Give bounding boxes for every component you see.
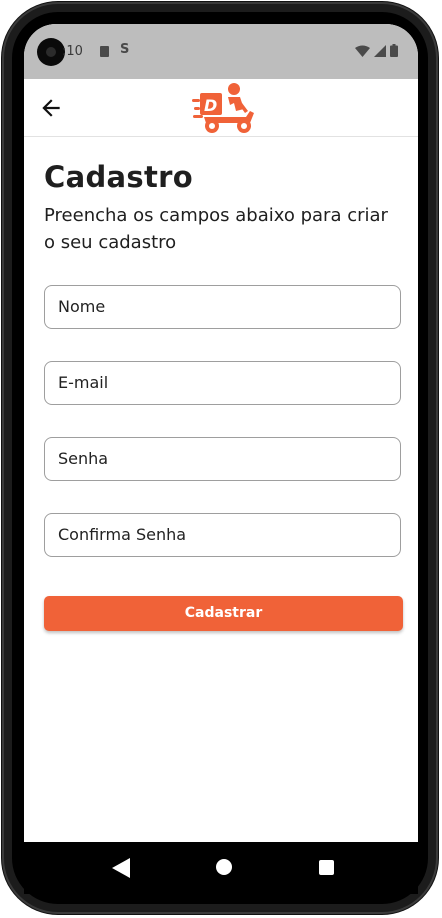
app-bar: D bbox=[24, 79, 418, 137]
battery-icon bbox=[390, 44, 398, 57]
camera-icon bbox=[37, 38, 65, 66]
confirm-password-field-placeholder: Confirma Senha bbox=[58, 525, 187, 544]
delivery-logo: D bbox=[190, 81, 256, 135]
delivery-scooter-icon: D bbox=[192, 83, 254, 133]
confirm-password-field[interactable]: Confirma Senha bbox=[44, 513, 401, 557]
status-bar: :10 S bbox=[24, 24, 418, 79]
page-subtitle: Preencha os campos abaixo para criar o s… bbox=[44, 205, 388, 253]
email-field[interactable]: E-mail bbox=[44, 361, 401, 405]
recents-square-icon[interactable] bbox=[319, 860, 334, 875]
signal-icon bbox=[374, 44, 386, 57]
sd-card-icon bbox=[100, 46, 109, 57]
home-circle-icon[interactable] bbox=[216, 859, 232, 875]
name-field-placeholder: Nome bbox=[58, 297, 106, 316]
back-triangle-icon[interactable] bbox=[112, 858, 130, 878]
s-icon: S bbox=[120, 42, 130, 57]
password-field-placeholder: Senha bbox=[58, 449, 109, 468]
register-button[interactable]: Cadastrar bbox=[44, 596, 403, 631]
arrow-left-icon bbox=[42, 99, 60, 117]
back-button[interactable] bbox=[38, 95, 64, 121]
page-title: Cadastro bbox=[44, 160, 193, 194]
status-time: :10 bbox=[62, 44, 83, 59]
password-field[interactable]: Senha bbox=[44, 437, 401, 481]
email-field-placeholder: E-mail bbox=[58, 373, 109, 392]
navigation-bar bbox=[24, 842, 418, 894]
wifi-icon bbox=[355, 45, 370, 57]
status-icons bbox=[355, 44, 398, 57]
name-field[interactable]: Nome bbox=[44, 285, 401, 329]
svg-text:D: D bbox=[204, 96, 217, 115]
screen: :10 S D Cadastro Preencha os campos abai… bbox=[24, 24, 418, 894]
